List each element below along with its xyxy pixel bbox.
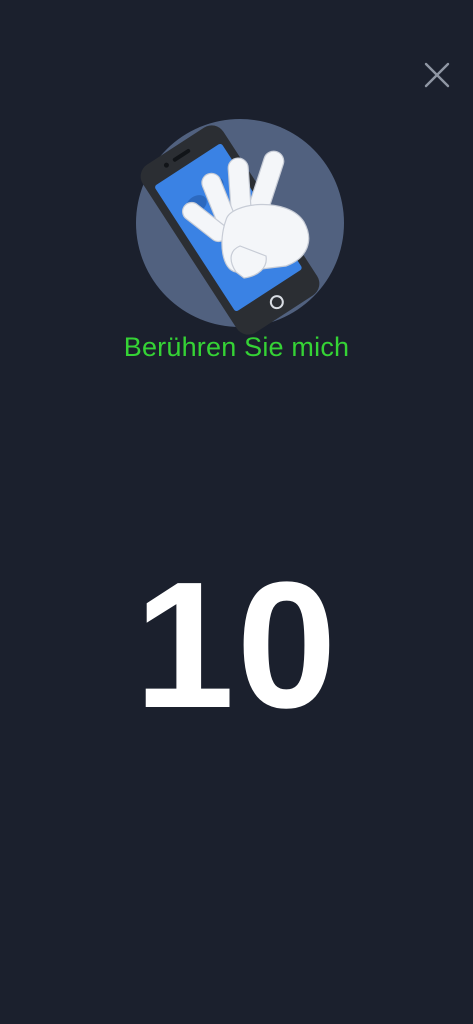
phone-touch-hand-icon bbox=[118, 110, 358, 340]
countdown-number: 10 bbox=[134, 545, 339, 746]
close-button[interactable] bbox=[418, 56, 456, 94]
touch-instruction-text: Berühren Sie mich bbox=[123, 332, 350, 362]
touch-test-screen: Berühren Sie mich 10 bbox=[0, 0, 473, 1024]
close-icon bbox=[424, 62, 450, 88]
